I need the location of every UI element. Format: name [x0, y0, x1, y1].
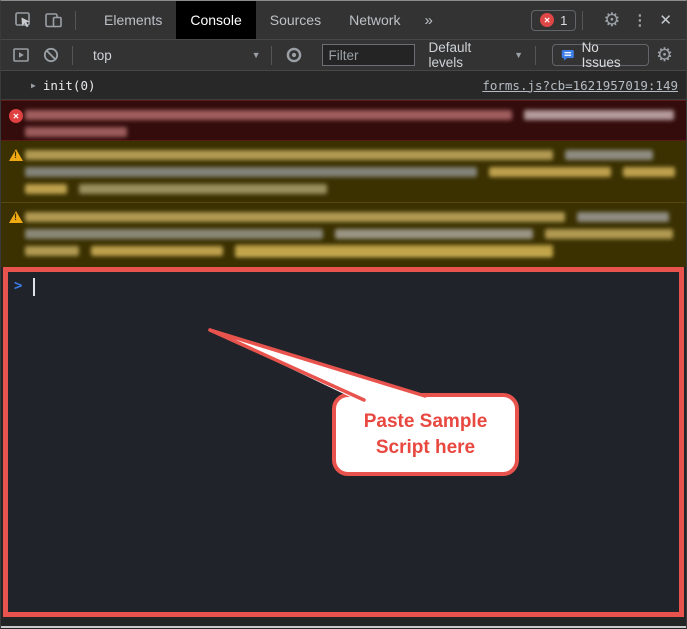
- gear-icon: ⚙: [656, 46, 673, 65]
- clear-console-button[interactable]: [36, 40, 66, 70]
- divider: [72, 46, 73, 65]
- block-icon: [43, 47, 59, 63]
- close-devtools-button[interactable]: ✕: [653, 5, 678, 35]
- live-expression-eye-button[interactable]: [278, 40, 310, 70]
- error-count-badge[interactable]: ✕ 1: [531, 10, 576, 31]
- console-warning-message-2: [1, 203, 686, 267]
- divider: [271, 46, 272, 65]
- log-levels-dropdown[interactable]: Default levels ▼: [429, 40, 527, 70]
- inspect-cursor-icon: [15, 12, 32, 28]
- devtools-tab-bar: Elements Console Sources Network » ✕ 1 ⚙…: [1, 1, 686, 40]
- settings-button[interactable]: ⚙: [597, 5, 626, 35]
- error-count: 1: [560, 13, 567, 28]
- panel-tabs: Elements Console Sources Network »: [90, 1, 443, 39]
- console-sidebar-toggle-button[interactable]: [6, 40, 36, 70]
- warning-icon: [9, 211, 23, 223]
- chevron-down-icon: ▼: [252, 50, 261, 60]
- console-prompt-chevron-icon: >: [14, 277, 22, 295]
- tab-sources[interactable]: Sources: [256, 1, 335, 39]
- javascript-context-dropdown[interactable]: top ▼: [93, 48, 261, 63]
- redacted-text-segment: [235, 245, 553, 257]
- inspect-element-button[interactable]: [9, 5, 38, 35]
- tab-network[interactable]: Network: [335, 1, 414, 39]
- console-input-region: >: [1, 267, 686, 617]
- console-warning-message-1: [1, 141, 686, 203]
- kebab-menu-icon: ⋮: [632, 11, 647, 29]
- redacted-error-text: [25, 107, 678, 140]
- redacted-text-segment: [25, 184, 67, 194]
- divider: [535, 46, 536, 65]
- context-value: top: [93, 48, 112, 63]
- redacted-text-segment: [79, 184, 327, 194]
- devtools-window: Elements Console Sources Network » ✕ 1 ⚙…: [0, 0, 687, 629]
- console-toolbar: top ▼ Default levels ▼ No Issues ⚙: [1, 40, 686, 71]
- expand-triangle-icon[interactable]: ▶: [31, 81, 36, 90]
- redacted-text-segment: [25, 127, 127, 137]
- error-icon: ✕: [9, 109, 23, 123]
- redacted-text-segment: [25, 150, 553, 160]
- trace-text: init(0): [43, 78, 96, 93]
- redacted-text-segment: [524, 110, 674, 120]
- console-trace-row: ▶ init(0) forms.js?cb=1621957019:149: [1, 71, 686, 100]
- more-tabs-button[interactable]: »: [414, 1, 442, 39]
- error-circle-icon: ✕: [540, 13, 554, 27]
- tab-console[interactable]: Console: [176, 1, 255, 39]
- redacted-text-segment: [565, 150, 653, 160]
- redacted-text-segment: [335, 229, 533, 239]
- redacted-text-segment: [25, 110, 512, 120]
- redacted-text-segment: [545, 229, 673, 239]
- device-toolbar-icon: [44, 12, 63, 29]
- redacted-text-segment: [25, 212, 565, 222]
- redacted-text-segment: [25, 229, 323, 239]
- console-error-message: ✕: [1, 100, 686, 141]
- redacted-warning-text: [25, 147, 678, 197]
- console-input[interactable]: >: [3, 267, 684, 617]
- redacted-warning-text: [25, 209, 678, 259]
- log-levels-value: Default levels: [429, 40, 508, 70]
- chevron-down-icon: ▼: [514, 50, 523, 60]
- redacted-text-segment: [25, 246, 79, 256]
- console-settings-button[interactable]: ⚙: [649, 40, 680, 70]
- gear-icon: ⚙: [603, 11, 620, 30]
- tab-elements[interactable]: Elements: [90, 1, 176, 39]
- eye-icon: [285, 47, 303, 63]
- divider: [582, 11, 583, 30]
- warning-icon: [9, 149, 23, 161]
- window-bottom-edge: [1, 617, 686, 629]
- redacted-text-segment: [623, 167, 675, 177]
- redacted-text-segment: [25, 167, 477, 177]
- devtools-menu-button[interactable]: ⋮: [626, 5, 653, 35]
- issues-button[interactable]: No Issues: [552, 44, 649, 66]
- issues-label: No Issues: [582, 40, 640, 70]
- text-cursor: [33, 278, 35, 296]
- device-toolbar-button[interactable]: [38, 5, 69, 35]
- issues-flag-icon: [561, 49, 576, 62]
- redacted-text-segment: [489, 167, 611, 177]
- sidebar-panel-icon: [13, 48, 29, 62]
- redacted-text-segment: [577, 212, 669, 222]
- divider: [75, 11, 76, 30]
- filter-input[interactable]: [322, 44, 415, 66]
- source-link[interactable]: forms.js?cb=1621957019:149: [482, 78, 678, 93]
- redacted-text-segment: [91, 246, 223, 256]
- close-icon: ✕: [659, 11, 672, 29]
